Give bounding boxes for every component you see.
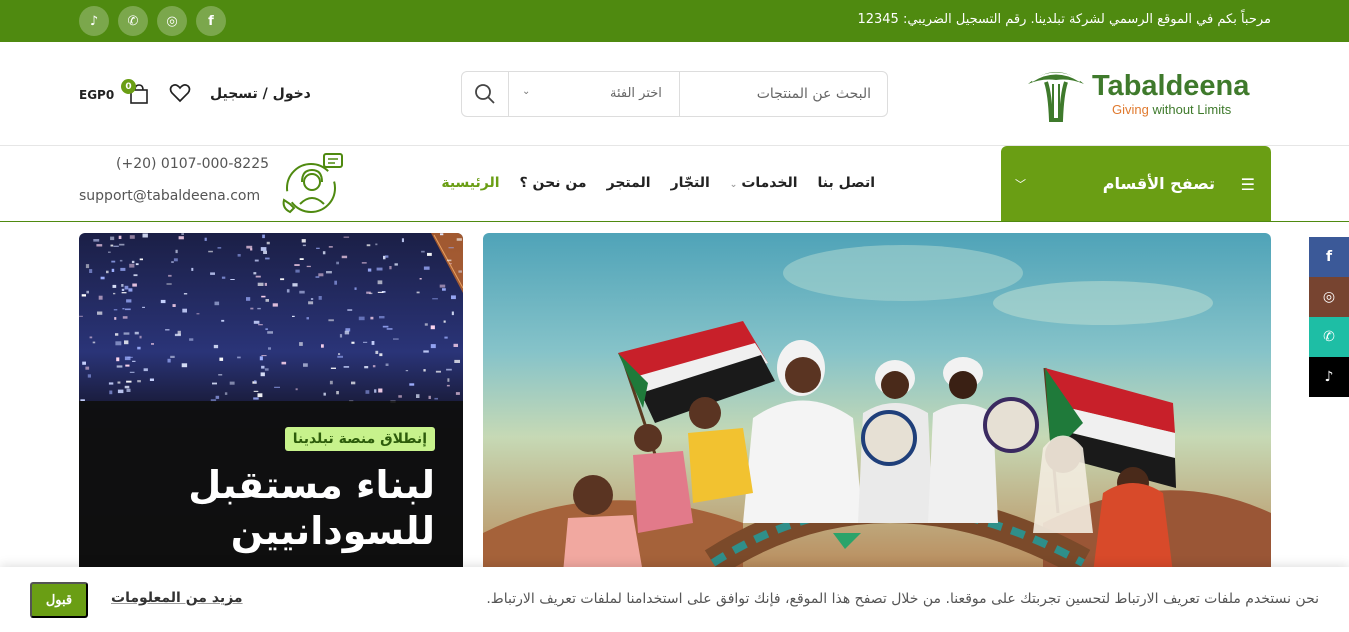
nav-item-services[interactable]: الخدمات⌄ [730,175,798,191]
chevron-down-icon: ﹀ [1015,178,1026,191]
hero-banner-image[interactable] [483,233,1271,573]
search-icon[interactable] [474,83,496,105]
promo-title-line1: لبناء مستقبل [188,463,435,507]
chevron-down-icon: ⌄ [522,86,531,97]
tiktok-icon[interactable]: ♪ [79,6,109,36]
category-select[interactable]: اختر الفئة [610,86,662,101]
browse-categories-button[interactable]: ☰ تصفح الأقسام ﹀ [1001,146,1271,221]
top-social-links: ♪ ✆ ◎ f [79,6,226,36]
facebook-icon[interactable]: f [196,6,226,36]
search-divider [679,72,680,116]
nav-item-contact[interactable]: اتصل بنا [818,175,875,191]
logo-name: Tabaldeena [1092,70,1250,102]
search-divider [508,72,509,116]
cookie-message: نحن نستخدم ملفات تعريف الارتباط لتحسين ت… [486,591,1319,607]
site-logo[interactable]: Tabaldeena Giving without Limits [1024,64,1274,124]
customer-support-icon [282,153,343,214]
chevron-down-icon: ⌄ [729,180,738,190]
promo-badge: إنطلاق منصة تبلدينا [284,427,435,451]
nav-divider [0,221,1349,222]
baobab-tree-icon [1028,72,1084,122]
promo-title-line2: للسودانيين [230,509,435,553]
nav-item-home[interactable]: الرئيسية [441,175,499,191]
cookie-accept-button[interactable]: قبول [30,582,88,618]
confetti-image [79,233,463,403]
search-input[interactable]: البحث عن المنتجات [757,86,871,102]
nav-item-vendors[interactable]: التجّار [671,175,710,191]
whatsapp-icon[interactable]: ✆ [1309,317,1349,357]
top-bar: مرحباً بكم في الموقع الرسمي لشركة تبلدين… [0,0,1349,42]
search-form: البحث عن المنتجات اختر الفئة ⌄ [461,71,888,117]
cart-count-badge: 0 [121,79,136,94]
browse-categories-label: تصفح الأقسام [1102,174,1215,193]
facebook-icon[interactable]: f [1309,237,1349,277]
cookie-more-info-link[interactable]: مزيد من المعلومات [111,590,243,606]
nav-item-about[interactable]: من نحن ؟ [520,175,587,191]
cart-total[interactable]: EGP0 [79,88,114,102]
welcome-message: مرحباً بكم في الموقع الرسمي لشركة تبلدين… [857,12,1271,27]
sudan-celebration-illustration [483,245,1271,573]
instagram-icon[interactable]: ◎ [1309,277,1349,317]
nav-item-shop[interactable]: المتجر [607,175,651,191]
main-navigation: الرئيسية من نحن ؟ المتجر التجّار الخدمات… [441,175,875,191]
logo-tagline: Giving without Limits [1112,102,1232,117]
cookie-notice: نحن نستخدم ملفات تعريف الارتباط لتحسين ت… [0,567,1349,632]
launch-promo-card[interactable]: إنطلاق منصة تبلدينا لبناء مستقبل للسودان… [79,233,463,573]
whatsapp-icon[interactable]: ✆ [118,6,148,36]
support-phone[interactable]: (+20) 0107-000-8225 [116,156,269,172]
wishlist-heart-icon[interactable] [169,83,191,103]
floating-social-bar: f ◎ ✆ ♪ [1309,237,1349,397]
hamburger-menu-icon: ☰ [1240,175,1255,194]
instagram-icon[interactable]: ◎ [157,6,187,36]
support-email[interactable]: support@tabaldeena.com [79,188,260,204]
tiktok-icon[interactable]: ♪ [1309,357,1349,397]
login-register-link[interactable]: دخول / تسجيل [210,86,311,102]
